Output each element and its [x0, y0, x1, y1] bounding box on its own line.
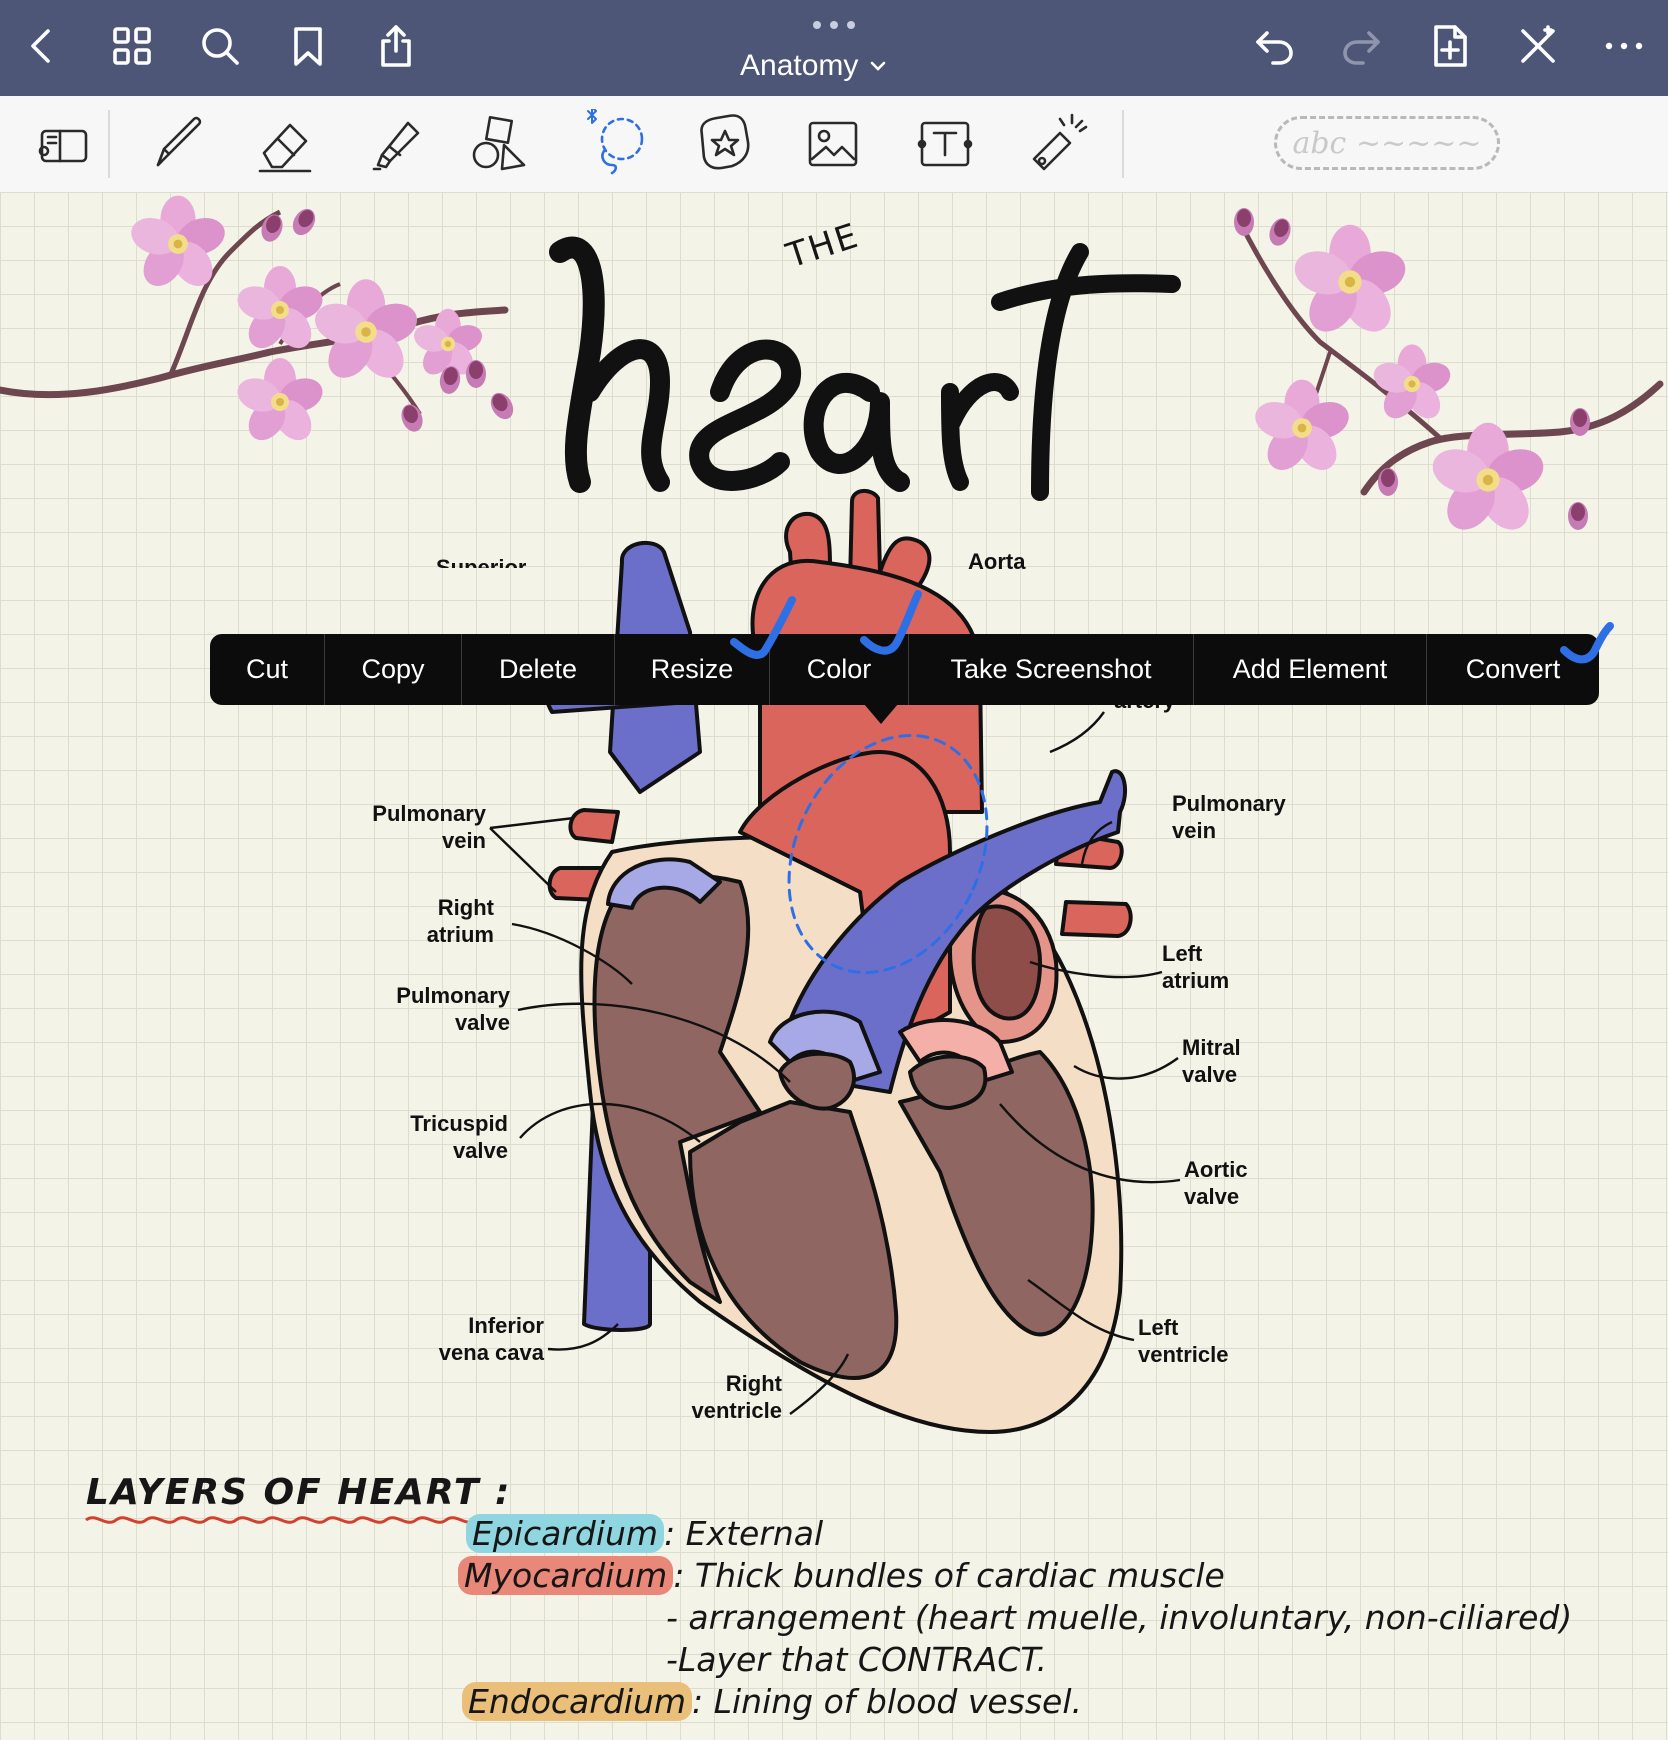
- annotation-checkmarks: [730, 590, 1614, 664]
